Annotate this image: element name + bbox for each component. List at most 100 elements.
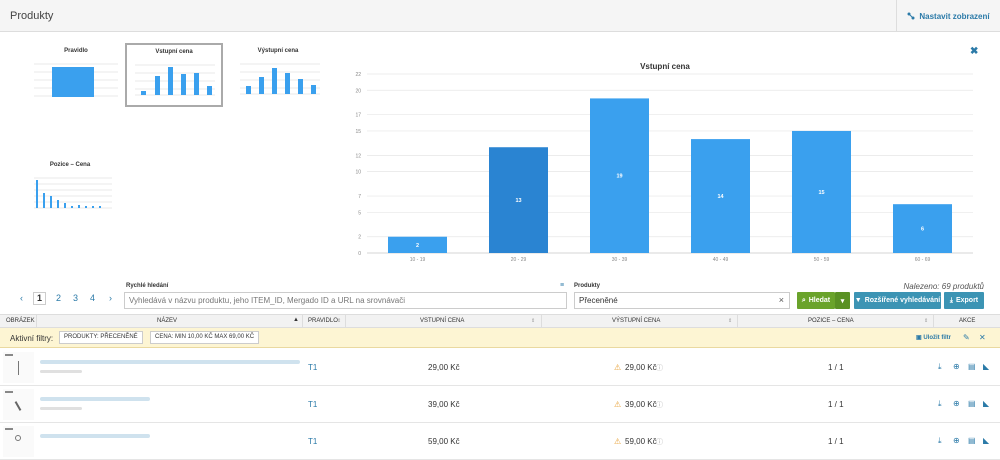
y-tick-label: 20 xyxy=(355,88,361,94)
search-dropdown-button[interactable]: ▾ xyxy=(835,292,850,309)
pagination-page-1[interactable]: 1 xyxy=(33,292,46,305)
edit-icon[interactable]: ✎ xyxy=(963,333,970,342)
download-icon: ⤓ xyxy=(949,296,953,304)
x-tick-label: 30 - 39 xyxy=(612,257,628,263)
calendar-icon[interactable]: ▤ xyxy=(968,399,976,408)
advanced-search-button[interactable]: ▼ Rozšířené vyhledávání xyxy=(854,292,941,309)
bar-value-label: 15 xyxy=(818,190,824,196)
filter-chip[interactable]: CENA: MIN 10,00 KČ MAX 69,00 KČ xyxy=(150,331,260,344)
chart-title: Vstupní cena xyxy=(640,62,690,71)
close-icon[interactable]: ✕ xyxy=(979,333,986,342)
close-chart-icon[interactable]: ✖ xyxy=(970,46,978,57)
bar-value-label: 13 xyxy=(515,198,521,204)
thumb-vystupni-cena[interactable]: Výstupní cena xyxy=(230,44,326,104)
sort-icon[interactable]: ⇕ xyxy=(924,318,928,324)
out-price: 59,00 Kč xyxy=(625,437,657,446)
table-row[interactable]: T1 39,00 Kč ⚠ 39,00 Kč ⓘ 1 / 1 ⤓ ⊕ ▤ ◣ xyxy=(0,386,1000,423)
col-name[interactable]: NÁZEV xyxy=(157,318,177,324)
in-price: 59,00 Kč xyxy=(428,437,460,446)
y-tick-label: 12 xyxy=(355,153,361,159)
table-row[interactable]: T1 59,00 Kč ⚠ 59,00 Kč ⓘ 1 / 1 ⤓ ⊕ ▤ ◣ xyxy=(0,423,1000,460)
product-name-redacted[interactable] xyxy=(40,397,150,401)
x-tick-label: 60 - 69 xyxy=(915,257,931,263)
sort-icon[interactable]: ⇕ xyxy=(337,318,341,324)
y-tick-label: 7 xyxy=(358,194,361,200)
export-label: Export xyxy=(955,297,979,304)
thumb-chart xyxy=(34,63,118,97)
display-settings-button[interactable]: Nastavit zobrazení xyxy=(896,0,1000,32)
product-thumbnail[interactable] xyxy=(3,426,34,457)
col-rule[interactable]: PRAVIDLO xyxy=(308,318,338,324)
zoom-icon[interactable]: ⊕ xyxy=(953,399,961,408)
mergado-icon[interactable]: ◣ xyxy=(983,362,991,371)
found-count: Nalezeno: 69 produktů xyxy=(903,282,985,291)
in-price: 39,00 Kč xyxy=(428,400,460,409)
product-id-redacted xyxy=(40,370,82,373)
export-button[interactable]: ⤓ Export xyxy=(944,292,984,309)
save-filter-label: Uložit filtr xyxy=(923,335,952,341)
filter-chip[interactable]: PRODUKTY: PŘECENĚNÉ xyxy=(59,331,143,344)
product-name-redacted[interactable] xyxy=(40,434,150,438)
products-filter-select[interactable]: Přeceněné × xyxy=(574,292,790,309)
sort-icon[interactable]: ⇕ xyxy=(531,318,535,324)
sort-asc-icon[interactable]: ▲ xyxy=(293,317,299,323)
clear-filter-icon[interactable]: × xyxy=(779,293,784,308)
pagination-page-2[interactable]: 2 xyxy=(56,293,61,303)
pagination-prev[interactable]: ‹ xyxy=(20,293,23,303)
info-icon[interactable]: ⓘ xyxy=(656,437,663,447)
save-filter-button[interactable]: ▣ Uložit filtr xyxy=(916,334,951,341)
bar-value-label: 19 xyxy=(616,174,622,180)
row-actions: ⤓ ⊕ ▤ ◣ xyxy=(938,362,991,371)
settings-icon xyxy=(907,12,915,20)
active-filters-label: Aktivní filtry: xyxy=(10,334,54,343)
zoom-icon[interactable]: ⊕ xyxy=(953,362,961,371)
caret-down-icon: ▾ xyxy=(840,297,845,305)
thumb-vstupni-cena[interactable]: Vstupní cena xyxy=(125,43,223,107)
quick-search-label: Rychlé hledání xyxy=(126,283,169,289)
position-value: 1 / 1 xyxy=(828,437,844,446)
thumb-pozice-cena[interactable]: Pozice – Cena xyxy=(22,158,118,218)
thumb-chart xyxy=(135,64,215,96)
col-actions: AKCE xyxy=(959,318,976,324)
info-icon[interactable]: ⓘ xyxy=(656,400,663,410)
warning-icon: ⚠ xyxy=(614,400,622,409)
rule-link[interactable]: T1 xyxy=(308,437,317,446)
thumb-pravidlo[interactable]: Pravidlo xyxy=(28,44,124,104)
pagination-page-3[interactable]: 3 xyxy=(73,293,78,303)
filter-lines-icon[interactable]: ≡ xyxy=(560,282,564,289)
advanced-search-label: Rozšířené vyhledávání xyxy=(864,297,941,304)
rule-link[interactable]: T1 xyxy=(308,363,317,372)
calendar-icon[interactable]: ▤ xyxy=(968,362,976,371)
product-thumbnail[interactable] xyxy=(3,352,34,383)
pagination-next[interactable]: › xyxy=(109,293,112,303)
pagination-page-4[interactable]: 4 xyxy=(90,293,95,303)
info-icon[interactable]: ⓘ xyxy=(656,363,663,373)
x-tick-label: 40 - 49 xyxy=(713,257,729,263)
col-in-price[interactable]: VSTUPNÍ CENA xyxy=(420,318,464,324)
mergado-icon[interactable]: ◣ xyxy=(983,399,991,408)
download-icon[interactable]: ⤓ xyxy=(938,399,946,408)
col-image: OBRÁZEK xyxy=(6,318,35,324)
warning-icon: ⚠ xyxy=(614,437,622,446)
y-tick-label: 2 xyxy=(358,235,361,241)
col-out-price[interactable]: VÝSTUPNÍ CENA xyxy=(612,318,660,324)
thumb-chart xyxy=(34,177,112,209)
quick-search-input[interactable]: Vyhledává v názvu produktu, jeho ITEM_ID… xyxy=(124,292,567,309)
download-icon[interactable]: ⤓ xyxy=(938,362,946,371)
col-position[interactable]: POZICE – CENA xyxy=(808,318,854,324)
sort-icon[interactable]: ⇕ xyxy=(728,318,732,324)
x-tick-label: 20 - 29 xyxy=(511,257,527,263)
save-icon: ▣ xyxy=(916,335,922,341)
product-name-redacted[interactable] xyxy=(40,360,300,364)
x-tick-label: 10 - 19 xyxy=(410,257,426,263)
rule-link[interactable]: T1 xyxy=(308,400,317,409)
product-thumbnail[interactable] xyxy=(3,389,34,420)
search-icon: ⌕ xyxy=(801,296,806,304)
search-button[interactable]: ⌕ Hledat xyxy=(797,292,835,309)
table-row[interactable]: T1 29,00 Kč ⚠ 29,00 Kč ⓘ 1 / 1 ⤓ ⊕ ▤ ◣ xyxy=(0,349,1000,386)
display-settings-label: Nastavit zobrazení xyxy=(919,11,990,21)
funnel-icon: ▼ xyxy=(854,297,862,304)
row-actions: ⤓ ⊕ ▤ ◣ xyxy=(938,399,991,408)
y-tick-label: 17 xyxy=(355,113,361,119)
products-filter-value: Přeceněné xyxy=(579,296,618,305)
